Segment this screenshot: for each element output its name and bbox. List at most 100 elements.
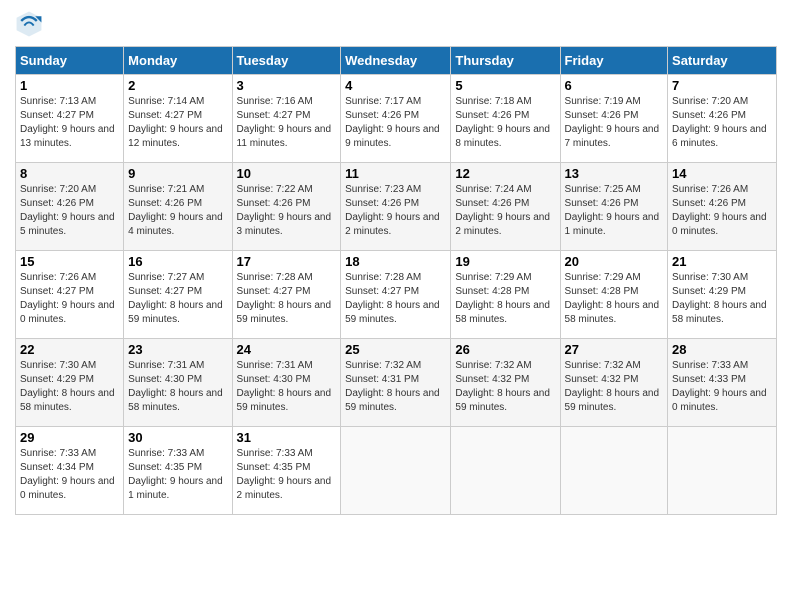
day-number: 15: [20, 254, 119, 269]
calendar-cell: 30 Sunrise: 7:33 AM Sunset: 4:35 PM Dayl…: [124, 427, 232, 515]
day-info: Sunrise: 7:33 AM Sunset: 4:33 PM Dayligh…: [672, 359, 772, 415]
day-info: Sunrise: 7:20 AM Sunset: 4:26 PM Dayligh…: [672, 95, 772, 151]
day-info: Sunrise: 7:24 AM Sunset: 4:26 PM Dayligh…: [455, 183, 555, 239]
day-info: Sunrise: 7:29 AM Sunset: 4:28 PM Dayligh…: [455, 271, 555, 327]
day-number: 29: [20, 430, 119, 445]
day-number: 19: [455, 254, 555, 269]
calendar-week-5: 29 Sunrise: 7:33 AM Sunset: 4:34 PM Dayl…: [16, 427, 777, 515]
calendar-cell: 15 Sunrise: 7:26 AM Sunset: 4:27 PM Dayl…: [16, 251, 124, 339]
calendar-cell: 17 Sunrise: 7:28 AM Sunset: 4:27 PM Dayl…: [232, 251, 341, 339]
calendar-cell: 28 Sunrise: 7:33 AM Sunset: 4:33 PM Dayl…: [668, 339, 777, 427]
day-info: Sunrise: 7:32 AM Sunset: 4:31 PM Dayligh…: [345, 359, 446, 415]
day-number: 3: [237, 78, 337, 93]
day-info: Sunrise: 7:30 AM Sunset: 4:29 PM Dayligh…: [20, 359, 119, 415]
calendar-cell: 25 Sunrise: 7:32 AM Sunset: 4:31 PM Dayl…: [341, 339, 451, 427]
calendar-cell: 29 Sunrise: 7:33 AM Sunset: 4:34 PM Dayl…: [16, 427, 124, 515]
day-info: Sunrise: 7:19 AM Sunset: 4:26 PM Dayligh…: [565, 95, 664, 151]
day-number: 20: [565, 254, 664, 269]
day-number: 31: [237, 430, 337, 445]
calendar-cell: 27 Sunrise: 7:32 AM Sunset: 4:32 PM Dayl…: [560, 339, 668, 427]
calendar-cell: 31 Sunrise: 7:33 AM Sunset: 4:35 PM Dayl…: [232, 427, 341, 515]
calendar-cell: 21 Sunrise: 7:30 AM Sunset: 4:29 PM Dayl…: [668, 251, 777, 339]
day-number: 4: [345, 78, 446, 93]
day-number: 1: [20, 78, 119, 93]
day-number: 17: [237, 254, 337, 269]
calendar-cell: [560, 427, 668, 515]
day-info: Sunrise: 7:28 AM Sunset: 4:27 PM Dayligh…: [237, 271, 337, 327]
day-info: Sunrise: 7:14 AM Sunset: 4:27 PM Dayligh…: [128, 95, 227, 151]
day-info: Sunrise: 7:31 AM Sunset: 4:30 PM Dayligh…: [128, 359, 227, 415]
weekday-header-friday: Friday: [560, 47, 668, 75]
calendar-cell: 4 Sunrise: 7:17 AM Sunset: 4:26 PM Dayli…: [341, 75, 451, 163]
day-number: 9: [128, 166, 227, 181]
calendar-cell: 14 Sunrise: 7:26 AM Sunset: 4:26 PM Dayl…: [668, 163, 777, 251]
calendar-cell: 12 Sunrise: 7:24 AM Sunset: 4:26 PM Dayl…: [451, 163, 560, 251]
day-number: 11: [345, 166, 446, 181]
weekday-header-sunday: Sunday: [16, 47, 124, 75]
day-info: Sunrise: 7:29 AM Sunset: 4:28 PM Dayligh…: [565, 271, 664, 327]
calendar-cell: [341, 427, 451, 515]
calendar-cell: [668, 427, 777, 515]
day-info: Sunrise: 7:33 AM Sunset: 4:35 PM Dayligh…: [237, 447, 337, 503]
day-number: 27: [565, 342, 664, 357]
day-number: 30: [128, 430, 227, 445]
calendar-week-3: 15 Sunrise: 7:26 AM Sunset: 4:27 PM Dayl…: [16, 251, 777, 339]
day-number: 26: [455, 342, 555, 357]
day-info: Sunrise: 7:21 AM Sunset: 4:26 PM Dayligh…: [128, 183, 227, 239]
calendar-cell: 23 Sunrise: 7:31 AM Sunset: 4:30 PM Dayl…: [124, 339, 232, 427]
calendar-cell: 3 Sunrise: 7:16 AM Sunset: 4:27 PM Dayli…: [232, 75, 341, 163]
calendar-table: SundayMondayTuesdayWednesdayThursdayFrid…: [15, 46, 777, 515]
day-number: 8: [20, 166, 119, 181]
day-number: 10: [237, 166, 337, 181]
day-info: Sunrise: 7:32 AM Sunset: 4:32 PM Dayligh…: [565, 359, 664, 415]
calendar-cell: 18 Sunrise: 7:28 AM Sunset: 4:27 PM Dayl…: [341, 251, 451, 339]
day-number: 7: [672, 78, 772, 93]
weekday-header-monday: Monday: [124, 47, 232, 75]
calendar-cell: 1 Sunrise: 7:13 AM Sunset: 4:27 PM Dayli…: [16, 75, 124, 163]
page-header: [15, 10, 777, 38]
day-number: 5: [455, 78, 555, 93]
day-info: Sunrise: 7:26 AM Sunset: 4:26 PM Dayligh…: [672, 183, 772, 239]
day-info: Sunrise: 7:16 AM Sunset: 4:27 PM Dayligh…: [237, 95, 337, 151]
weekday-header-tuesday: Tuesday: [232, 47, 341, 75]
calendar-cell: 8 Sunrise: 7:20 AM Sunset: 4:26 PM Dayli…: [16, 163, 124, 251]
weekday-header-wednesday: Wednesday: [341, 47, 451, 75]
day-info: Sunrise: 7:23 AM Sunset: 4:26 PM Dayligh…: [345, 183, 446, 239]
day-number: 28: [672, 342, 772, 357]
calendar-cell: 2 Sunrise: 7:14 AM Sunset: 4:27 PM Dayli…: [124, 75, 232, 163]
calendar-header-row: SundayMondayTuesdayWednesdayThursdayFrid…: [16, 47, 777, 75]
day-info: Sunrise: 7:33 AM Sunset: 4:35 PM Dayligh…: [128, 447, 227, 503]
day-number: 25: [345, 342, 446, 357]
day-number: 12: [455, 166, 555, 181]
calendar-cell: 10 Sunrise: 7:22 AM Sunset: 4:26 PM Dayl…: [232, 163, 341, 251]
day-number: 6: [565, 78, 664, 93]
calendar-week-2: 8 Sunrise: 7:20 AM Sunset: 4:26 PM Dayli…: [16, 163, 777, 251]
calendar-cell: 13 Sunrise: 7:25 AM Sunset: 4:26 PM Dayl…: [560, 163, 668, 251]
logo: [15, 10, 47, 38]
logo-icon: [15, 10, 43, 38]
day-number: 2: [128, 78, 227, 93]
calendar-cell: 19 Sunrise: 7:29 AM Sunset: 4:28 PM Dayl…: [451, 251, 560, 339]
calendar-cell: 5 Sunrise: 7:18 AM Sunset: 4:26 PM Dayli…: [451, 75, 560, 163]
day-number: 23: [128, 342, 227, 357]
weekday-header-thursday: Thursday: [451, 47, 560, 75]
day-info: Sunrise: 7:33 AM Sunset: 4:34 PM Dayligh…: [20, 447, 119, 503]
calendar-week-1: 1 Sunrise: 7:13 AM Sunset: 4:27 PM Dayli…: [16, 75, 777, 163]
day-info: Sunrise: 7:26 AM Sunset: 4:27 PM Dayligh…: [20, 271, 119, 327]
day-number: 16: [128, 254, 227, 269]
day-number: 24: [237, 342, 337, 357]
day-info: Sunrise: 7:22 AM Sunset: 4:26 PM Dayligh…: [237, 183, 337, 239]
day-number: 22: [20, 342, 119, 357]
calendar-cell: 24 Sunrise: 7:31 AM Sunset: 4:30 PM Dayl…: [232, 339, 341, 427]
day-info: Sunrise: 7:28 AM Sunset: 4:27 PM Dayligh…: [345, 271, 446, 327]
day-info: Sunrise: 7:25 AM Sunset: 4:26 PM Dayligh…: [565, 183, 664, 239]
day-info: Sunrise: 7:32 AM Sunset: 4:32 PM Dayligh…: [455, 359, 555, 415]
day-info: Sunrise: 7:17 AM Sunset: 4:26 PM Dayligh…: [345, 95, 446, 151]
day-info: Sunrise: 7:13 AM Sunset: 4:27 PM Dayligh…: [20, 95, 119, 151]
day-number: 18: [345, 254, 446, 269]
day-number: 13: [565, 166, 664, 181]
day-info: Sunrise: 7:30 AM Sunset: 4:29 PM Dayligh…: [672, 271, 772, 327]
day-info: Sunrise: 7:18 AM Sunset: 4:26 PM Dayligh…: [455, 95, 555, 151]
calendar-cell: 26 Sunrise: 7:32 AM Sunset: 4:32 PM Dayl…: [451, 339, 560, 427]
calendar-cell: 22 Sunrise: 7:30 AM Sunset: 4:29 PM Dayl…: [16, 339, 124, 427]
